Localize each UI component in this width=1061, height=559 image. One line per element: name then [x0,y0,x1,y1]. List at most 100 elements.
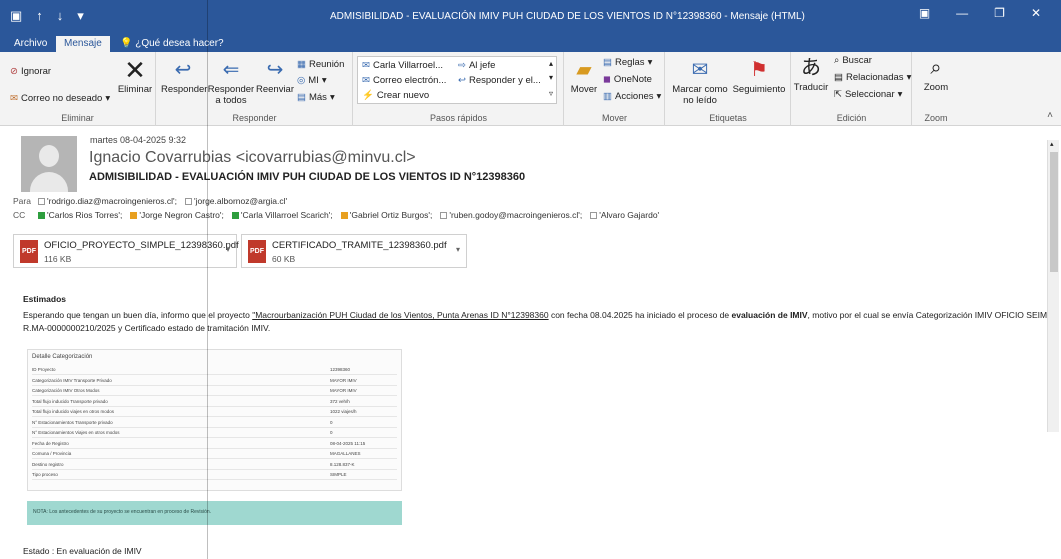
recipient[interactable]: 'Carla Villarroel Scarich'; [231,210,333,220]
zoom-button[interactable]: ⌕ Zoom [917,56,955,93]
ignorar-button[interactable]: ⊘ Ignorar [10,66,51,77]
mas-button[interactable]: ▤ Más ▾ [297,92,335,103]
quick-step-responder-el[interactable]: ↩ Responder y el... [458,75,541,86]
gallery-more-icon[interactable]: ▿ [549,89,553,98]
seguimiento-button[interactable]: ⚑ Seguimiento [730,58,788,95]
acciones-button[interactable]: ▥ Acciones ▾ [603,91,661,102]
table-cell-key: N° Estacionamientos Transporte privado [32,419,113,425]
restore-icon[interactable]: ❐ [994,6,1005,20]
marcar-no-leido-button[interactable]: ✉ Marcar como no leído [670,58,730,106]
title-bar: ▣ ↑ ↓ ▾ ADMISIBILIDAD - EVALUACIÓN IMIV … [0,0,1061,34]
forward-icon: ↪ [266,59,284,81]
table-row: Categorización IMIV Otros Modos MAYOR IMI… [32,387,397,396]
group-label-zoom: Zoom [924,113,948,123]
minimize-icon[interactable]: — [956,6,968,20]
recipient[interactable]: 'Gabriel Ortiz Burgos'; [340,210,432,220]
chevron-down-icon[interactable]: ▾ [226,245,230,254]
buscar-button[interactable]: ⌕ Buscar [834,55,872,66]
quick-step-crear-nuevo[interactable]: ⚡ Crear nuevo [362,90,429,101]
mi-button[interactable]: ◎ MI ▾ [297,75,327,86]
quick-steps-gallery: ✉ Carla Villarroel... ⇨ Al jefe ✉ Correo… [357,56,557,104]
message-date: martes 08-04-2025 9:32 [90,135,187,145]
save-icon[interactable]: ▣ [10,8,22,24]
attachment[interactable]: PDF CERTIFICADO_TRAMITE_12398360.pdf 60 … [241,234,467,268]
attachment-size: 116 KB [44,254,72,264]
chevron-down-icon[interactable]: ▾ [456,245,460,254]
im-icon: ◎ [297,75,306,86]
table-cell-value: MAGALLANES [330,451,361,456]
mover-button[interactable]: ▰ Mover [567,58,601,95]
table-row: Destino registro 8.128.837-K [32,461,397,470]
ribbon: ⊘ Ignorar ✉ Correo no deseado ▾ ✕ Elimin… [0,52,1061,126]
recipient[interactable]: 'rodrigo.diaz@macroingenieros.cl'; [38,196,177,206]
gallery-down-icon[interactable]: ▾ [549,73,553,82]
responder-todos-button[interactable]: ⇐ Responder a todos [207,58,255,106]
actions-icon: ▥ [603,91,612,102]
traducir-button[interactable]: あ Traducir [792,56,830,93]
reply-delete-icon: ↩ [458,75,466,86]
chevron-down-icon: ▾ [329,92,335,103]
relacionadas-button[interactable]: ▤ Relacionadas ▾ [834,72,911,83]
group-eliminar: ⊘ Ignorar ✉ Correo no deseado ▾ ✕ Elimin… [0,52,156,126]
table-cell-key: Destino registro [32,461,64,467]
mark-unread-icon: ✉ [691,59,709,81]
message-sender[interactable]: Ignacio Covarrubias <icovarrubias@minvu.… [89,149,416,167]
body-paragraph: Esperando que tengan un buen día, inform… [23,310,1059,320]
chevron-down-icon[interactable]: ▾ [77,8,84,24]
recipient[interactable]: 'ruben.godoy@macroingenieros.cl'; [440,210,582,220]
reunion-button[interactable]: ▦ Reunión [297,59,344,70]
scroll-up-icon[interactable]: ▴ [1050,140,1054,148]
table-cell-value: 372 veh/h [330,398,350,404]
group-mover: ▰ Mover ▤ Reglas ▾ ◼ OneNote ▥ Acciones … [565,52,665,126]
window-controls: ▣ — ❐ ✕ [919,6,1041,20]
recipient[interactable]: 'Jorge Negron Castro'; [130,210,224,220]
project-link[interactable]: "Macrourbanización PUH Ciudad de los Vie… [252,310,548,320]
quick-step-correo[interactable]: ✉ Correo electrón... [362,75,446,86]
onenote-button[interactable]: ◼ OneNote [603,74,652,85]
table-row: N° Estacionamientos Viajes en otros modo… [32,429,397,438]
table-cell-key: Total flujo inducido Transporte privado [32,398,108,404]
cc-line: CC 'Carlos Rios Torres'; 'Jorge Negron C… [13,210,664,220]
table-cell-key: Categorización IMIV Otros Modos [32,388,100,393]
quick-access-toolbar: ▣ ↑ ↓ ▾ [10,8,84,24]
table-row: Comuna / Provincia MAGALLANES [32,450,397,459]
scrollbar-thumb[interactable] [1050,152,1058,272]
scrollbar[interactable]: ▴ [1047,140,1059,432]
arrow-up-icon[interactable]: ↑ [36,8,43,24]
table-cell-value: 08-04-2025 11:15 [330,440,366,446]
recipient[interactable]: 'Alvaro Gajardo' [590,210,659,220]
to-label: Para [13,196,31,206]
tab-archivo[interactable]: Archivo [6,36,55,52]
recipient[interactable]: 'jorge.albornoz@argia.cl' [185,196,287,206]
table-cell-key: Fecha de Registro [32,440,69,446]
window-title: ADMISIBILIDAD - EVALUACIÓN IMIV PUH CIUD… [330,11,805,22]
recipient[interactable]: 'Carlos Rios Torres'; [38,210,122,220]
arrow-down-icon[interactable]: ↓ [57,8,64,24]
collapse-ribbon-icon[interactable]: ˄ [1047,110,1053,121]
gallery-up-icon[interactable]: ▴ [549,59,553,68]
tell-me-search[interactable]: 💡 ¿Qué desea hacer? [112,36,232,52]
magnifier-icon: ⌕ [930,57,942,79]
table-cell-value: 0 [330,430,333,435]
group-zoom: ⌕ Zoom Zoom [913,52,959,126]
table-row: ID Proyecto 12398360 [32,366,397,375]
forward-mail-icon: ⇨ [458,60,466,71]
attachment[interactable]: PDF OFICIO_PROYECTO_SIMPLE_12398360.pdf … [13,234,239,268]
quick-step-carla[interactable]: ✉ Carla Villarroel... [362,60,443,71]
eliminar-button[interactable]: ✕ Eliminar [116,57,154,95]
ribbon-display-icon[interactable]: ▣ [919,6,930,20]
correo-no-deseado-button[interactable]: ✉ Correo no deseado ▾ [10,93,110,104]
seleccionar-button[interactable]: ⇱ Seleccionar ▾ [834,89,902,100]
tab-mensaje[interactable]: Mensaje [56,36,110,52]
table-row: Total flujo inducido viajes en otros mod… [32,408,397,417]
close-icon[interactable]: ✕ [1031,6,1041,20]
responder-button[interactable]: ↩ Responder [161,58,207,95]
table-cell-key: Categorización IMIV Transporte Privado [32,377,112,383]
reenviar-button[interactable]: ↪ Reenviar [255,58,295,95]
onenote-icon: ◼ [603,74,611,85]
rules-icon: ▤ [603,57,612,68]
reglas-button[interactable]: ▤ Reglas ▾ [603,57,652,68]
quick-step-al-jefe[interactable]: ⇨ Al jefe [458,60,495,71]
table-cell-value: 0 [330,419,333,425]
reply-all-icon: ⇐ [222,59,240,81]
